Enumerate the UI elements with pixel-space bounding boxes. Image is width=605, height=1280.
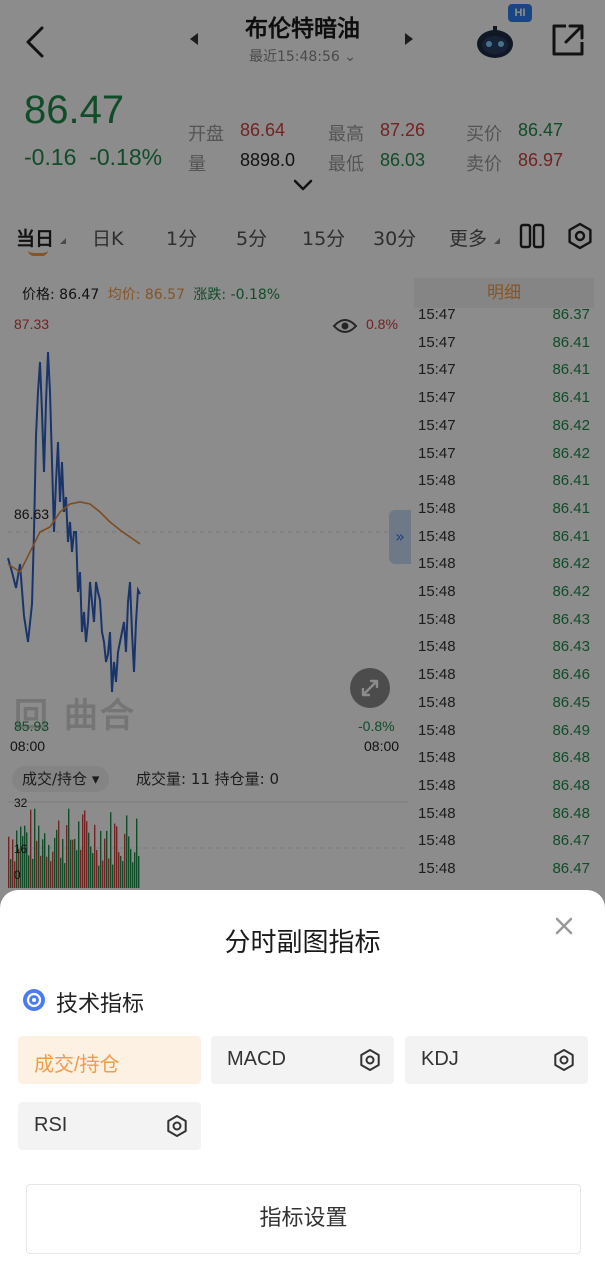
indicator-macd[interactable]: MACD	[211, 1036, 394, 1084]
indicator-macd-label: MACD	[227, 1048, 286, 1070]
indicator-rsi-label: RSI	[34, 1114, 68, 1136]
sheet-title: 分时副图指标	[224, 928, 381, 958]
indicator-volume-oi[interactable]: 成交/持仓	[18, 1036, 201, 1084]
gear-icon[interactable]	[358, 1048, 382, 1072]
indicator-rsi[interactable]: RSI	[18, 1102, 201, 1150]
indicator-kdj[interactable]: KDJ	[405, 1036, 588, 1084]
target-icon	[23, 989, 45, 1011]
section-label: 技术指标	[56, 992, 145, 1017]
gear-icon[interactable]	[552, 1048, 576, 1072]
close-icon[interactable]	[552, 914, 576, 938]
indicator-kdj-label: KDJ	[421, 1048, 459, 1070]
indicator-volume-oi-label: 成交/持仓	[34, 1054, 120, 1076]
gear-icon[interactable]	[165, 1114, 189, 1138]
indicator-settings-button[interactable]: 指标设置	[26, 1184, 581, 1254]
indicator-sheet: 分时副图指标 技术指标 成交/持仓 MACD KDJ RSI 指标设置	[0, 890, 605, 1280]
app-root: 布伦特暗油 最近15:48:56 ⌄ HI 86.47 -0.16 -0.18%…	[0, 0, 605, 1280]
